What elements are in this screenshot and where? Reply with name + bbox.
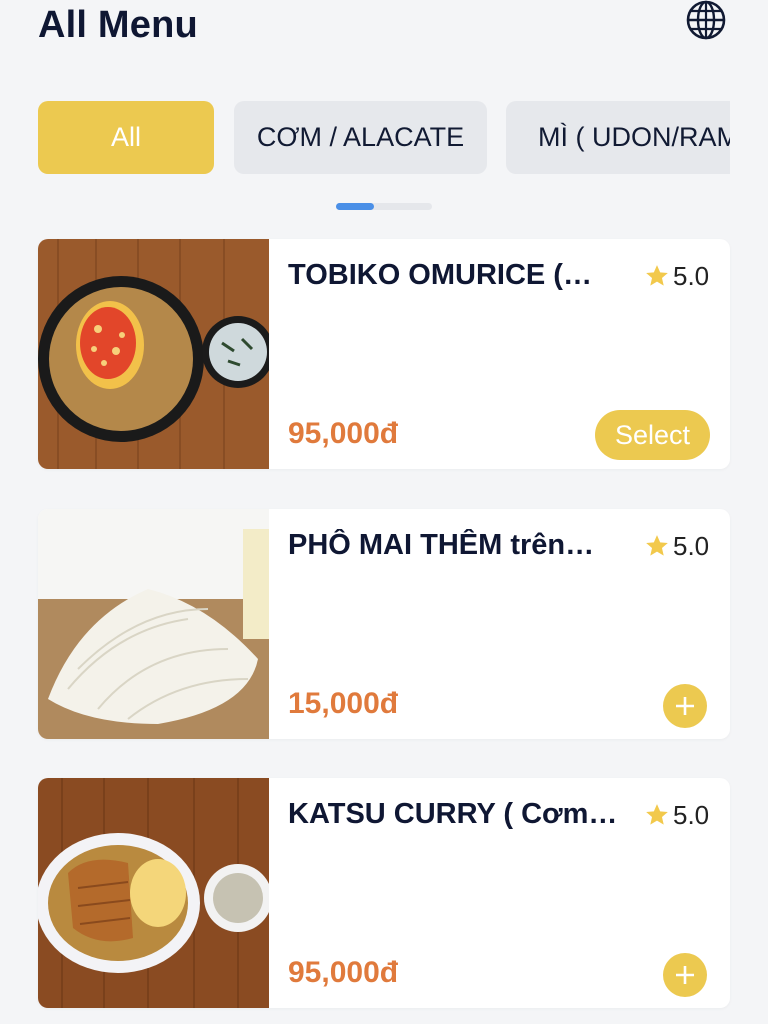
page-title: All Menu (38, 4, 198, 46)
tab-label: CƠM / ALACATE (256, 122, 465, 152)
category-tabs: All CƠM / ALACATE MÌ ( UDON/RAM (38, 101, 730, 175)
menu-item-card[interactable]: KATSU CURRY ( Cơm… 5.0 95,000đ (38, 778, 730, 1008)
select-button[interactable]: Select (595, 410, 710, 460)
menu-item-card[interactable]: TOBIKO OMURICE (… 5.0 95,000đ Select (38, 239, 730, 469)
add-to-cart-button[interactable] (663, 684, 707, 728)
tab-mi-udon-ramen[interactable]: MÌ ( UDON/RAM (506, 101, 730, 174)
item-price: 95,000đ (288, 417, 399, 450)
globe-icon[interactable] (684, 0, 728, 40)
item-name: KATSU CURRY ( Cơm… (288, 798, 618, 830)
header-bar: All Menu (0, 0, 768, 86)
tab-label: MÌ ( UDON/RAM (538, 122, 730, 152)
tabs-scroll-thumb (336, 203, 374, 210)
tab-all[interactable]: All (38, 101, 214, 174)
rating-value: 5.0 (673, 530, 710, 561)
item-name: TOBIKO OMURICE (… (288, 259, 592, 291)
add-to-cart-button[interactable] (663, 953, 707, 997)
food-photo-cheese (38, 509, 269, 739)
item-name: PHÔ MAI THÊM trên… (288, 529, 595, 561)
star-icon (646, 535, 668, 556)
tabs-scroll-indicator (336, 203, 432, 210)
plus-icon (676, 966, 694, 984)
item-rating: 5.0 (644, 529, 709, 563)
food-photo-katsu-curry (38, 778, 269, 1008)
item-rating: 5.0 (644, 798, 709, 832)
rating-value: 5.0 (673, 799, 710, 830)
item-price: 15,000đ (288, 687, 399, 720)
select-button-label: Select (614, 419, 691, 450)
menu-item-card[interactable]: PHÔ MAI THÊM trên… 5.0 15,000đ (38, 509, 730, 739)
food-photo-omurice (38, 239, 269, 469)
plus-icon (676, 697, 694, 715)
star-icon (646, 265, 668, 286)
item-price: 95,000đ (288, 956, 399, 989)
star-icon (646, 804, 668, 825)
tab-com-alacate[interactable]: CƠM / ALACATE (234, 101, 487, 174)
item-rating: 5.0 (644, 259, 709, 293)
tab-label: All (110, 122, 141, 152)
rating-value: 5.0 (673, 260, 710, 291)
